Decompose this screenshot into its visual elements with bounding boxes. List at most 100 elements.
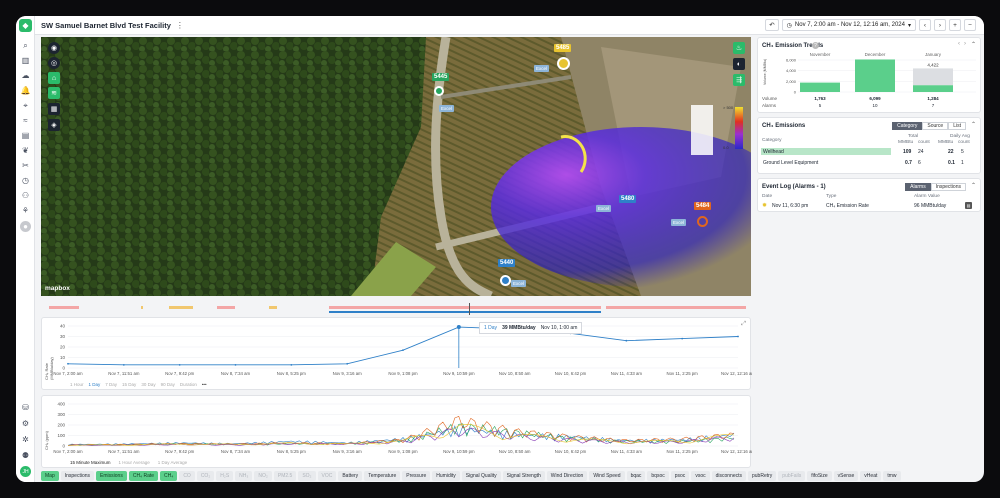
undo-button[interactable]: ↶: [765, 19, 779, 31]
zoom-out-button[interactable]: −: [964, 19, 976, 31]
sensor-pin[interactable]: 5480: [619, 195, 637, 203]
legend-1day-avg[interactable]: 1 Day Average: [158, 460, 187, 465]
leaf-icon[interactable]: ❦: [20, 145, 31, 156]
layer-chip[interactable]: Inspections: [60, 471, 95, 481]
alarm-icon[interactable]: 🔔: [20, 85, 31, 96]
tab-source[interactable]: Source: [922, 122, 949, 130]
prev-range-button[interactable]: ‹: [919, 19, 931, 31]
legend-1hour-avg[interactable]: 1 Hour Average: [119, 460, 150, 465]
mapbox-logo: mapbox: [45, 285, 70, 292]
layer-chip[interactable]: PM2.5: [273, 471, 297, 481]
users-icon[interactable]: ⚇: [20, 190, 31, 201]
legend-15min-max[interactable]: 15 Minute Maximum: [70, 460, 111, 465]
building-icon[interactable]: ▤: [20, 130, 31, 141]
ch4-ppm-chart[interactable]: 0 100 200 300 400 Nov 7, 2:00 am Nov 7, 11:51 …: [41, 395, 755, 468]
date-range-picker[interactable]: ◷ Nov 7, 2:00 am - Nov 12, 12:16 am, 2024…: [781, 19, 916, 31]
right-panel: CH₄ Emission Trends ? ‹ › ⌃ Volume (MMBt…: [757, 37, 984, 482]
layer-chip[interactable]: CO₂: [196, 471, 215, 481]
sensor-marker[interactable]: [434, 86, 444, 96]
layer-chip[interactable]: Wind Direction: [546, 471, 588, 481]
map-locate-icon[interactable]: ◎: [48, 57, 60, 69]
sensor-pin[interactable]: 5440: [498, 259, 516, 267]
tools-icon[interactable]: ✂: [20, 160, 31, 171]
layer-chip[interactable]: Wind Speed: [589, 471, 625, 481]
layer-chip[interactable]: bqsoc: [647, 471, 669, 481]
map-layer-icon[interactable]: ◉: [48, 42, 60, 54]
lock-cloud-icon[interactable]: ⛁: [20, 402, 31, 413]
layer-chip[interactable]: CO: [179, 471, 195, 481]
layer-chip[interactable]: Signal Strength: [502, 471, 545, 481]
expand-icon[interactable]: ⤢: [741, 321, 746, 328]
layer-chip[interactable]: CH₄ Rate: [128, 471, 159, 481]
avatar-icon[interactable]: ●: [20, 221, 31, 232]
logo-icon[interactable]: ◆: [19, 19, 32, 32]
layer-chip[interactable]: Map: [41, 471, 59, 481]
map-layers-icon[interactable]: ◈: [48, 119, 60, 131]
layer-chip[interactable]: disconnects: [711, 471, 746, 481]
map-building-icon[interactable]: ▦: [48, 103, 60, 115]
toggle-15-day[interactable]: 15 Day: [122, 382, 136, 387]
map-home-icon[interactable]: ⌂: [48, 72, 60, 84]
sensor-pin[interactable]: 5484: [694, 202, 712, 210]
layer-chip[interactable]: SO₂: [298, 471, 316, 481]
layer-chip[interactable]: vsoc: [691, 471, 710, 481]
toggle-duration[interactable]: Duration: [180, 382, 197, 387]
toggle-1-day[interactable]: 1 Day: [89, 382, 101, 387]
sensor-marker[interactable]: [500, 275, 511, 286]
x-tick-label: Nov 10, 6:42 pm: [555, 449, 587, 454]
clock-icon[interactable]: ◷: [20, 175, 31, 186]
ch4-rate-chart[interactable]: 0 10 20 30 40 Nov 7, 2:00 am Nov 7, 11:51 am No…: [41, 317, 755, 390]
layer-chip[interactable]: NH₃: [235, 471, 253, 481]
sensor-pin[interactable]: 5485: [554, 44, 572, 52]
document-icon[interactable]: ▤: [965, 202, 972, 209]
layer-chip[interactable]: Humidity: [432, 471, 460, 481]
more-options[interactable]: •••: [202, 382, 207, 387]
event-timeline[interactable]: [41, 302, 751, 315]
row-value: 7: [932, 103, 935, 108]
sensor-pin[interactable]: 5445: [432, 73, 450, 81]
toggle-1-hour[interactable]: 1 Hour: [70, 382, 84, 387]
toggle-7-day[interactable]: 7 Day: [105, 382, 117, 387]
cloud-icon[interactable]: ☁: [20, 70, 31, 81]
layer-chip[interactable]: Temperature: [364, 471, 401, 481]
collapse-icon[interactable]: ⌃: [971, 121, 976, 128]
cloud-settings-icon[interactable]: ⚙: [20, 418, 31, 429]
sensor-marker[interactable]: [697, 216, 708, 227]
map-temp-icon[interactable]: ◐: [733, 58, 745, 70]
layer-chip[interactable]: Battery: [338, 471, 363, 481]
zoom-in-button[interactable]: +: [949, 19, 961, 31]
sensor-marker[interactable]: [557, 57, 570, 70]
layer-chip[interactable]: psoc: [670, 471, 690, 481]
map-flow-icon[interactable]: ⇶: [733, 74, 745, 86]
layer-chip[interactable]: Pressure: [402, 471, 431, 481]
layer-chip[interactable]: CH₄: [160, 471, 178, 481]
search-icon[interactable]: ⌕: [20, 40, 31, 51]
satellite-map[interactable]: ◉ ◎ ⌂ ≋ ▦ ◈ ♨ ◐ ⇶ 5445 5485 5480 5484 54…: [41, 37, 751, 296]
toggle-90-day[interactable]: 90 Day: [161, 382, 175, 387]
map-wind-icon[interactable]: ≋: [48, 87, 60, 99]
tooltip-value: 39 MMBtu/day: [502, 325, 536, 331]
location-icon[interactable]: ⌖: [20, 100, 31, 111]
layer-chip[interactable]: VOC: [317, 471, 337, 481]
next-range-button[interactable]: ›: [934, 19, 946, 31]
user-avatar[interactable]: JH: [20, 466, 31, 477]
tab-list[interactable]: List: [948, 122, 966, 130]
x-tick-label: Nov 7, 11:51 am: [108, 371, 140, 376]
map-fire-icon[interactable]: ♨: [733, 42, 745, 54]
tab-category[interactable]: Category: [892, 122, 923, 130]
layer-chip[interactable]: bqac: [626, 471, 646, 481]
user-settings-icon[interactable]: ⚉: [20, 450, 31, 461]
more-menu-icon[interactable]: ⋮: [176, 21, 184, 30]
layer-chip[interactable]: Signal Quality: [461, 471, 501, 481]
chart-icon[interactable]: ▥: [20, 55, 31, 66]
tab-inspections[interactable]: Inspections: [930, 183, 966, 191]
hierarchy-icon[interactable]: ⚘: [20, 205, 31, 216]
settings-icon[interactable]: ✲: [20, 434, 31, 445]
layer-chip[interactable]: H₂S: [216, 471, 234, 481]
wind-icon[interactable]: ≈: [20, 115, 31, 126]
collapse-icon[interactable]: ⌃: [971, 182, 976, 189]
tab-alarms[interactable]: Alarms: [905, 183, 931, 191]
toggle-30-day[interactable]: 30 Day: [141, 382, 155, 387]
layer-chip[interactable]: NO₂: [254, 471, 272, 481]
layer-chip[interactable]: Emissions: [96, 471, 127, 481]
